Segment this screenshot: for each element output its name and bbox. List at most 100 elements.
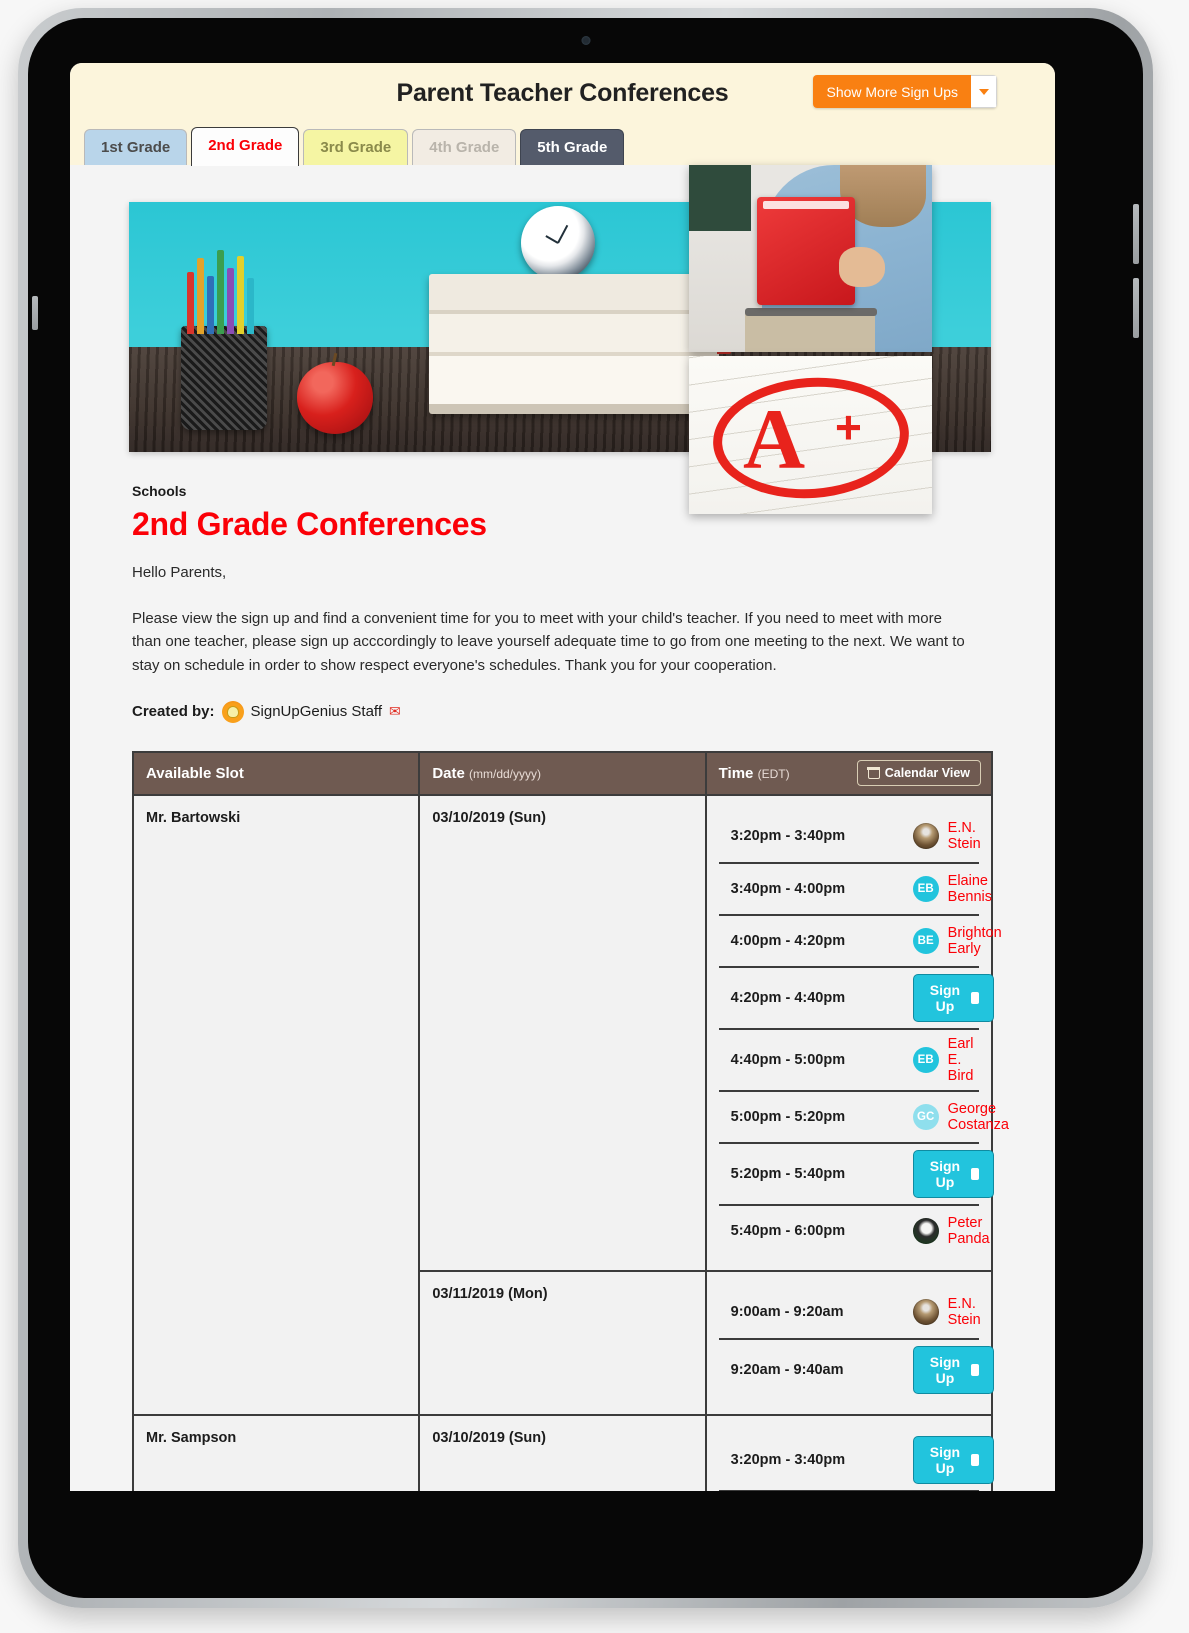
time-slot-label: 5:40pm - 6:00pm: [730, 1222, 846, 1239]
app-viewport: Parent Teacher Conferences Show More Sig…: [70, 63, 1055, 1491]
banner-area: A +: [70, 165, 1055, 514]
sign-up-button[interactable]: Sign Up: [912, 1435, 994, 1484]
cell-available-slot: Mr. Bartowski: [133, 793, 421, 1415]
created-by-row: Created by: SignUpGenius Staff ✉: [132, 700, 993, 723]
signup-table: Available Slot Date (mm/dd/yyyy) Time (E…: [132, 750, 1009, 1491]
time-slot-label: 4:00pm - 4:20pm: [730, 932, 846, 949]
column-header-timezone: (EDT): [757, 766, 790, 781]
volume-down-button[interactable]: [1133, 278, 1139, 338]
cell-date: 03/10/2019 (Sun): [419, 1413, 707, 1491]
time-slot-label: 3:20pm - 3:40pm: [730, 1451, 846, 1468]
time-slot-label: 4:40pm - 5:00pm: [730, 1051, 846, 1068]
slot-filler: GC George Costanza: [912, 1101, 1009, 1133]
time-slot-label: 3:40pm - 4:00pm: [730, 880, 846, 897]
slot-filler: BE Brighton Early: [912, 925, 1002, 957]
sign-up-button-label: Sign Up: [929, 1157, 961, 1190]
page-header: Parent Teacher Conferences Show More Sig…: [70, 63, 1055, 166]
sign-up-button-label: Sign Up: [929, 1443, 961, 1476]
avatar: BE: [912, 927, 939, 954]
tab-4th-grade[interactable]: 4th Grade: [412, 128, 517, 166]
time-slot-row: 5:00pm - 5:20pm GC George Costanza: [718, 1089, 1009, 1142]
volume-up-button[interactable]: [1133, 204, 1139, 264]
lightbulb-icon: [221, 700, 244, 723]
signup-participant-name[interactable]: Earl E. Bird: [948, 1036, 974, 1084]
time-slot-row: 4:40pm - 5:00pm EB Earl E. Bird: [718, 1027, 979, 1090]
signup-participant-name[interactable]: Peter Panda: [948, 1215, 990, 1247]
content-body: A + Schools 2nd Grade Conferences Hello …: [70, 165, 1055, 1491]
checkbox-icon: [971, 991, 979, 1004]
time-slot-row: 3:20pm - 3:40pm Sign Up: [719, 1430, 994, 1490]
tab-3rd-grade[interactable]: 3rd Grade: [303, 128, 409, 166]
time-slot-row: 9:20am - 9:40am Sign Up: [718, 1337, 994, 1400]
avatar: [912, 822, 939, 849]
time-slot-row: 4:20pm - 4:40pm Sign Up: [718, 965, 994, 1028]
tab-2nd-grade[interactable]: 2nd Grade: [191, 126, 300, 166]
signup-participant-name[interactable]: George Costanza: [948, 1101, 1009, 1133]
slot-filler: EB Elaine Bennis: [912, 873, 992, 905]
table-row: Mr. Bartowski 03/10/2019 (Sun) 3:20pm - 3:…: [133, 793, 1009, 1415]
body-paragraph: Please view the sign up and find a conve…: [132, 610, 965, 674]
slot-filler: E.N. Stein: [912, 820, 981, 852]
signup-participant-name[interactable]: Brighton Early: [948, 925, 1002, 957]
avatar: [912, 1298, 939, 1325]
power-button[interactable]: [32, 296, 38, 330]
show-more-signups-button[interactable]: Show More Sign Ups: [813, 75, 971, 108]
signup-participant-name[interactable]: E.N. Stein: [948, 820, 981, 852]
cell-time-list: 3:20pm - 3:40pm Sign Up 3:40pm - 4:00pmSig…: [705, 1413, 994, 1491]
grade-tab-bar[interactable]: 1st Grade 2nd Grade 3rd Grade 4th Grade …: [84, 126, 625, 166]
tab-1st-grade[interactable]: 1st Grade: [84, 128, 188, 166]
grade-plus-sign: +: [835, 401, 862, 453]
column-header-time-label: Time: [718, 764, 754, 782]
table-body: Mr. Bartowski 03/10/2019 (Sun) 3:20pm - 3:…: [133, 793, 1009, 1491]
envelope-icon[interactable]: ✉: [389, 703, 401, 720]
avatar: EB: [912, 1046, 939, 1073]
cell-date: 03/11/2019 (Mon): [419, 1269, 707, 1415]
intro-text-block: Schools 2nd Grade Conferences Hello Pare…: [70, 483, 1055, 723]
table-header: Available Slot Date (mm/dd/yyyy) Time (E…: [133, 751, 992, 795]
chevron-down-icon[interactable]: [971, 75, 997, 108]
time-slot-label: 5:00pm - 5:20pm: [730, 1108, 846, 1125]
cell-time-list: 3:20pm - 3:40pm E.N. Stein 3:40pm - 4:00pm…: [705, 793, 1009, 1271]
time-slot-row: 3:20pm - 3:40pm E.N. Stein: [719, 810, 981, 862]
signup-participant-name[interactable]: E.N. Stein: [948, 1296, 981, 1328]
column-header-available-slot-label: Available Slot: [146, 764, 244, 782]
cell-time-list: 9:00am - 9:20am E.N. Stein 9:20am - 9:40am…: [705, 1269, 994, 1415]
table-row: Mr. Sampson 03/10/2019 (Sun) 3:20pm - 3:40…: [133, 1413, 994, 1491]
banner-grade-photo: A +: [689, 356, 932, 514]
time-slot-label: 3:20pm - 3:40pm: [730, 827, 846, 844]
slot-filler: Peter Panda: [912, 1215, 990, 1247]
column-header-date-format: (mm/dd/yyyy): [469, 766, 542, 781]
grade-letter: A: [743, 391, 806, 487]
front-camera-icon: [581, 36, 590, 45]
time-slot-label: 9:20am - 9:40am: [730, 1361, 844, 1378]
column-header-time: Time (EDT) Calendar View: [705, 751, 992, 795]
time-slot-row: 9:00am - 9:20am E.N. Stein: [719, 1286, 981, 1338]
column-header-date-label: Date: [432, 764, 465, 782]
sign-up-button[interactable]: Sign Up: [912, 1149, 994, 1198]
time-slot-row: 3:40pm - 4:00pm EB Elaine Bennis: [718, 861, 992, 914]
time-slot-label: 4:20pm - 4:40pm: [730, 989, 846, 1006]
show-more-signups-group[interactable]: Show More Sign Ups: [813, 75, 997, 108]
avatar: EB: [912, 875, 939, 902]
checkbox-icon: [971, 1363, 979, 1376]
checkbox-icon: [971, 1167, 979, 1180]
created-by-label: Created by:: [132, 703, 215, 721]
time-slot-row: 5:20pm - 5:40pm Sign Up: [718, 1141, 994, 1204]
time-slot-label: 5:20pm - 5:40pm: [730, 1165, 846, 1182]
greeting-text: Hello Parents,: [132, 564, 227, 581]
checkbox-icon: [971, 1453, 979, 1466]
calendar-icon: [867, 766, 881, 780]
avatar: GC: [912, 1103, 939, 1130]
sign-up-button[interactable]: Sign Up: [912, 973, 994, 1022]
sign-up-button[interactable]: Sign Up: [912, 1345, 994, 1394]
column-header-available-slot: Available Slot: [133, 751, 421, 795]
calendar-view-button[interactable]: Calendar View: [856, 760, 981, 787]
tab-5th-grade[interactable]: 5th Grade: [520, 128, 625, 166]
signup-participant-name[interactable]: Elaine Bennis: [948, 873, 992, 905]
slot-filler: E.N. Stein: [912, 1296, 981, 1328]
time-slot-row: 3:40pm - 4:00pmSign Up: [718, 1489, 979, 1491]
slot-filler: EB Earl E. Bird: [912, 1036, 974, 1084]
time-slot-row: 4:00pm - 4:20pm BE Brighton Early: [718, 913, 1002, 966]
sign-up-button-label: Sign Up: [929, 1353, 961, 1386]
creator-name[interactable]: SignUpGenius Staff: [251, 703, 382, 720]
